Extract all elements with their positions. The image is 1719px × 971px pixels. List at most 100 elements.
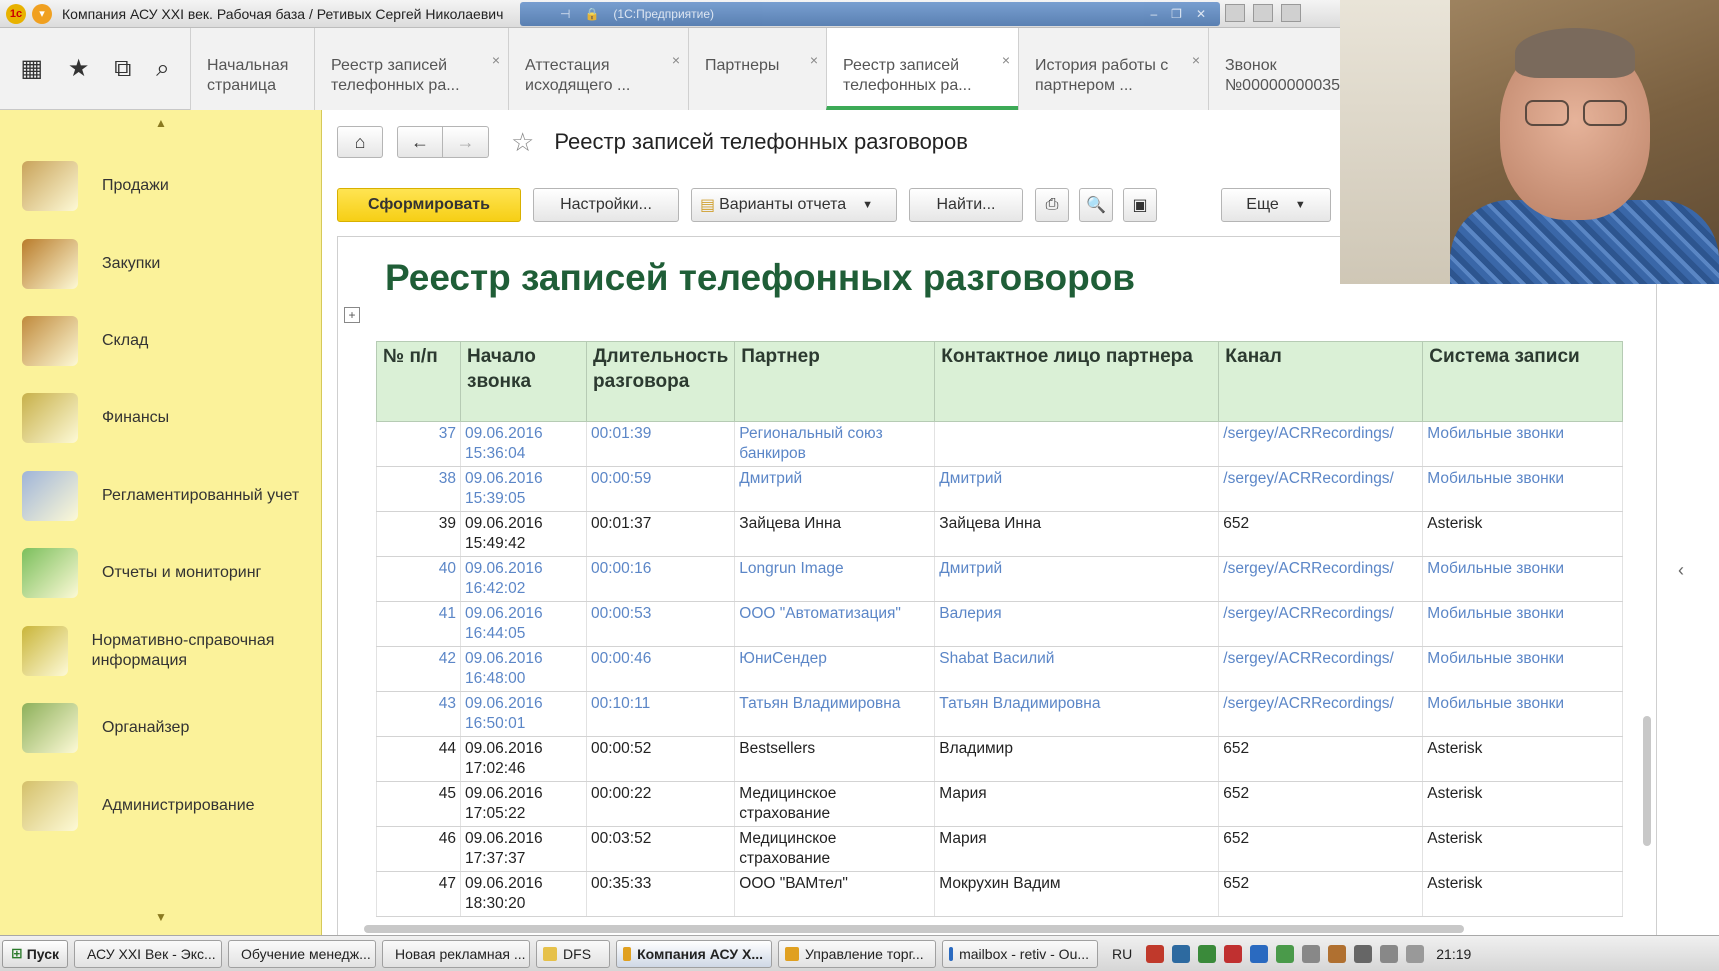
- table-cell-start[interactable]: 09.06.2016 15:39:05: [460, 466, 587, 512]
- table-row[interactable]: 41 09.06.2016 16:44:05 00:00:53 ООО "Автома…: [376, 601, 1624, 647]
- col-header[interactable]: Партнер: [734, 341, 936, 422]
- col-header[interactable]: Система записи: [1422, 341, 1624, 422]
- tray-icon[interactable]: [1198, 944, 1217, 963]
- start-button[interactable]: ⊞ Пуск: [2, 939, 69, 968]
- favorites-star-icon[interactable]: ★: [68, 54, 90, 83]
- table-cell-partner[interactable]: Региональный союз банкиров: [734, 421, 936, 467]
- taskbar-task[interactable]: mailbox - retiv - Ou...: [942, 939, 1099, 968]
- horizontal-scrollbar[interactable]: [364, 925, 1464, 933]
- tab-close-icon[interactable]: ×: [1002, 50, 1010, 70]
- print-button[interactable]: ⎙: [1035, 188, 1069, 222]
- generate-button[interactable]: Сформировать: [337, 188, 521, 222]
- pin-icon[interactable]: ⊣: [560, 7, 570, 21]
- taskbar-task[interactable]: Управление торг...: [778, 939, 937, 968]
- table-row[interactable]: 46 09.06.2016 17:37:37 00:03:52 Медицинское…: [376, 826, 1624, 872]
- table-cell-start[interactable]: 09.06.2016 15:36:04: [460, 421, 587, 467]
- table-cell-dur[interactable]: 00:00:46: [585, 646, 736, 692]
- table-cell-start[interactable]: 09.06.2016 16:44:05: [460, 601, 587, 647]
- table-cell-dur[interactable]: 00:00:53: [585, 601, 736, 647]
- table-cell-partner[interactable]: Longrun Image: [734, 556, 936, 602]
- tray-icon[interactable]: [1302, 944, 1321, 963]
- main-menu-icon[interactable]: ▾: [32, 3, 52, 24]
- col-header[interactable]: № п/п: [376, 341, 461, 422]
- taskbar-task[interactable]: Обучение менедж...: [228, 939, 377, 968]
- table-row[interactable]: 44 09.06.2016 17:02:46 00:00:52 Bestsellers…: [376, 736, 1624, 782]
- table-cell-partner[interactable]: ООО "Автоматизация": [734, 601, 936, 647]
- tab-call-registry-1[interactable]: Реестр записей телефонных ра... ×: [314, 28, 508, 110]
- settings-button[interactable]: Настройки...: [533, 188, 679, 222]
- table-cell-system[interactable]: Мобильные звонки: [1422, 466, 1624, 512]
- sidebar-item[interactable]: Отчеты и мониторинг: [0, 543, 322, 603]
- language-indicator[interactable]: RU: [1112, 946, 1132, 962]
- sidebar-item[interactable]: Продажи: [0, 156, 322, 216]
- tray-icon[interactable]: [1380, 944, 1399, 963]
- table-row[interactable]: 37 09.06.2016 15:36:04 00:01:39 Региональны…: [376, 421, 1624, 467]
- table-cell-channel[interactable]: /sergey/ACRRecordings/: [1218, 601, 1424, 647]
- search-icon[interactable]: ⌕: [156, 55, 169, 83]
- col-header[interactable]: Длительность разговора: [585, 341, 736, 422]
- minimize-icon[interactable]: –: [1150, 7, 1157, 21]
- preview-button[interactable]: 🔍: [1079, 188, 1113, 222]
- table-cell-system[interactable]: Мобильные звонки: [1422, 421, 1624, 467]
- table-cell-channel[interactable]: /sergey/ACRRecordings/: [1218, 421, 1424, 467]
- tab-attestation[interactable]: Аттестация исходящего ... ×: [508, 28, 688, 110]
- sidebar-item[interactable]: Нормативно-справочная информация: [0, 621, 322, 681]
- table-row[interactable]: 47 09.06.2016 18:30:20 00:35:33 ООО "ВАМтел…: [376, 871, 1624, 917]
- table-cell-dur[interactable]: 00:00:59: [585, 466, 736, 512]
- sidebar-item[interactable]: Регламентированный учет: [0, 466, 322, 526]
- table-cell-channel[interactable]: /sergey/ACRRecordings/: [1218, 466, 1424, 512]
- tray-icon[interactable]: [1146, 944, 1165, 963]
- back-button[interactable]: ←: [397, 126, 443, 158]
- table-cell-contact[interactable]: Дмитрий: [934, 466, 1220, 512]
- table-cell-system[interactable]: Мобильные звонки: [1422, 691, 1624, 737]
- vertical-scrollbar[interactable]: [1643, 716, 1651, 846]
- table-cell-channel[interactable]: /sergey/ACRRecordings/: [1218, 646, 1424, 692]
- save-icon[interactable]: [1225, 4, 1245, 22]
- tray-icon[interactable]: [1276, 944, 1295, 963]
- preview-icon[interactable]: [1281, 4, 1301, 22]
- table-cell-partner[interactable]: Дмитрий: [734, 466, 936, 512]
- restore-icon[interactable]: ❐: [1171, 7, 1182, 21]
- tray-icon[interactable]: [1172, 944, 1191, 963]
- sidebar-scroll-up-icon[interactable]: ▲: [155, 116, 167, 130]
- table-row[interactable]: 45 09.06.2016 17:05:22 00:00:22 Медицинское…: [376, 781, 1624, 827]
- table-cell-contact[interactable]: Татьян Владимировна: [934, 691, 1220, 737]
- tab-partners[interactable]: Партнеры ×: [688, 28, 826, 110]
- table-cell-dur[interactable]: 00:00:16: [585, 556, 736, 602]
- tab-close-icon[interactable]: ×: [1192, 50, 1200, 70]
- sidebar-item[interactable]: Склад: [0, 311, 322, 371]
- table-row[interactable]: 40 09.06.2016 16:42:02 00:00:16 Longrun Ima…: [376, 556, 1624, 602]
- table-cell-channel[interactable]: /sergey/ACRRecordings/: [1218, 556, 1424, 602]
- report-variants-dropdown[interactable]: ▤ Варианты отчета ▼: [691, 188, 897, 222]
- table-row[interactable]: 39 09.06.2016 15:49:42 00:01:37 Зайцева Инн…: [376, 511, 1624, 557]
- table-cell-channel[interactable]: /sergey/ACRRecordings/: [1218, 691, 1424, 737]
- table-cell-contact[interactable]: Валерия: [934, 601, 1220, 647]
- col-header[interactable]: Контактное лицо партнера: [934, 341, 1220, 422]
- sidebar-item[interactable]: Администрирование: [0, 776, 322, 836]
- table-cell-system[interactable]: Мобильные звонки: [1422, 646, 1624, 692]
- table-cell-system[interactable]: Мобильные звонки: [1422, 556, 1624, 602]
- table-cell-contact[interactable]: [934, 421, 1220, 467]
- table-cell-dur[interactable]: 00:10:11: [585, 691, 736, 737]
- tray-icon[interactable]: [1354, 944, 1373, 963]
- table-row[interactable]: 43 09.06.2016 16:50:01 00:10:11 Татьян Влад…: [376, 691, 1624, 737]
- taskbar-task[interactable]: АСУ XXI Век - Экс...: [74, 939, 223, 968]
- tab-close-icon[interactable]: ×: [492, 50, 500, 70]
- tab-close-icon[interactable]: ×: [810, 50, 818, 70]
- table-cell-contact[interactable]: Shabat Василий: [934, 646, 1220, 692]
- save-button[interactable]: ▣: [1123, 188, 1157, 222]
- forward-button[interactable]: →: [443, 126, 489, 158]
- col-header[interactable]: Канал: [1218, 341, 1424, 422]
- sidebar-scroll-down-icon[interactable]: ▼: [155, 910, 167, 924]
- table-cell-start[interactable]: 09.06.2016 16:42:02: [460, 556, 587, 602]
- tray-icon[interactable]: [1328, 944, 1347, 963]
- table-cell-system[interactable]: Мобильные звонки: [1422, 601, 1624, 647]
- home-button[interactable]: ⌂: [337, 126, 383, 158]
- sidebar-item[interactable]: Органайзер: [0, 698, 322, 758]
- tray-icon[interactable]: [1406, 944, 1425, 963]
- tab-call[interactable]: Звонок №00000000035: [1208, 28, 1358, 110]
- sidebar-item[interactable]: Финансы: [0, 388, 322, 448]
- table-cell-contact[interactable]: Дмитрий: [934, 556, 1220, 602]
- table-row[interactable]: 38 09.06.2016 15:39:05 00:00:59 Дмитрий Дмит…: [376, 466, 1624, 512]
- history-icon[interactable]: ⧉: [114, 55, 131, 83]
